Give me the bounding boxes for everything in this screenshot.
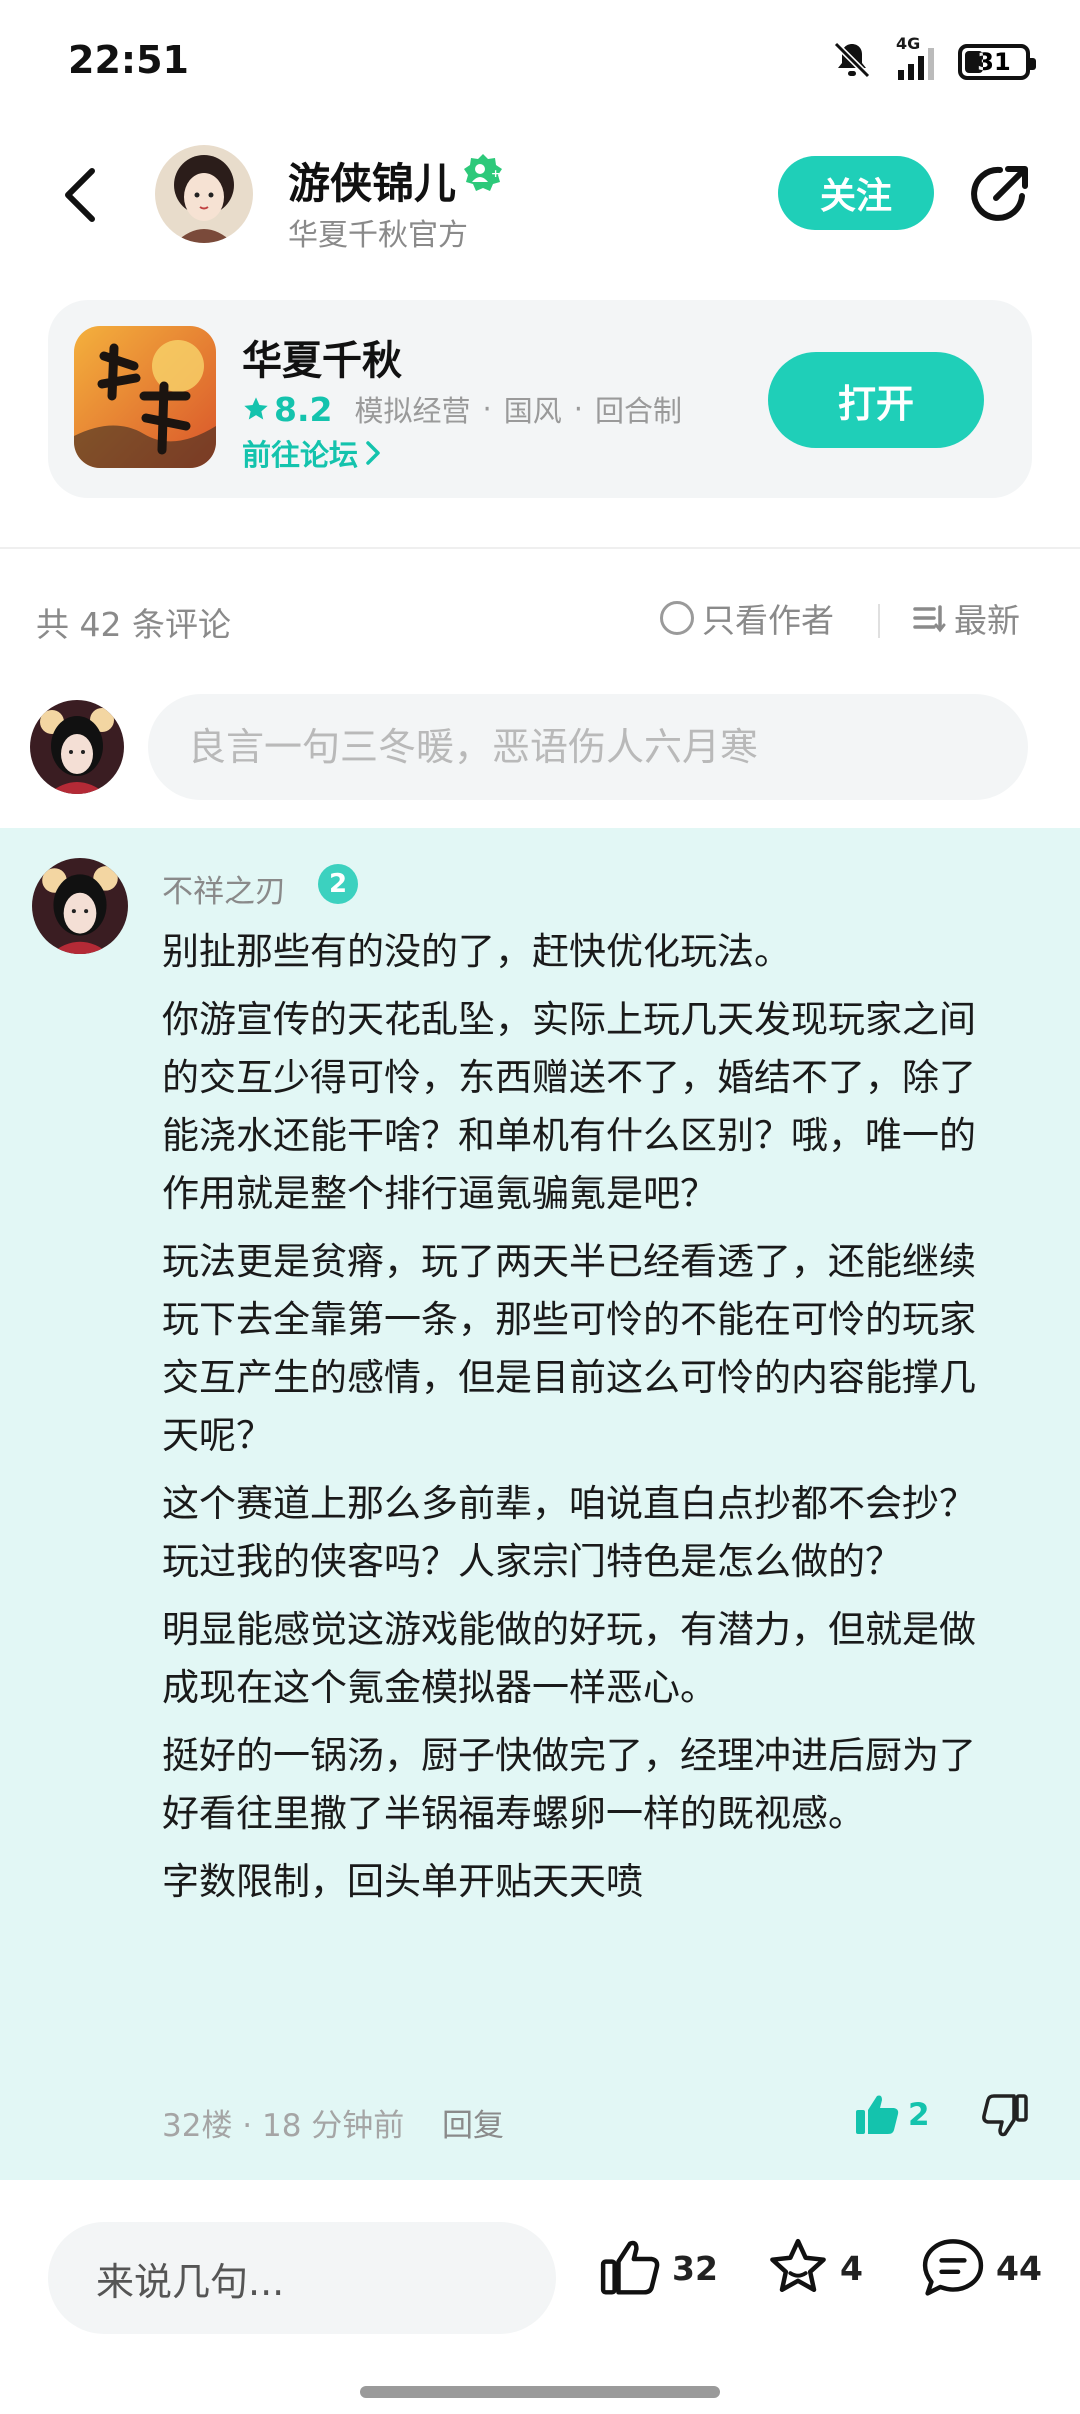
author-only-label: 只看作者: [702, 601, 834, 640]
star-outline-icon: [770, 2238, 826, 2292]
level-badge: 2: [318, 864, 358, 904]
comments-toolbar: 共 42 条评论 只看作者 最新: [0, 580, 1080, 660]
bottom-action-bar: 来说几句... 32 4 44: [0, 2196, 1080, 2414]
divider: [0, 547, 1080, 549]
star-icon: [244, 397, 268, 420]
thumbs-up-icon: [856, 2095, 899, 2134]
comment-paragraph: 明显能感觉这游戏能做的好玩，有潜力，但就是做成现在这个氪金模拟器一样恶心。: [162, 1608, 976, 1709]
comment-paragraph: 玩法更是贫瘠，玩了两天半已经看透了，还能继续玩下去全靠第一条，那些可怜的不能在可…: [162, 1240, 976, 1457]
comment-paragraph: 这个赛道上那么多前辈，咱说直白点抄都不会抄？玩过我的侠客吗？人家宗门特色是怎么做…: [162, 1482, 976, 1583]
user-avatar[interactable]: [30, 700, 124, 794]
comment-paragraph: 挺好的一锅汤，厨子快做完了，经理冲进后厨为了好看往里撒了半锅福寿螺卵一样的既视感…: [162, 1734, 976, 1835]
game-tag: 回合制: [594, 394, 682, 428]
follow-button[interactable]: 关注: [778, 156, 934, 230]
author-name[interactable]: 游侠锦儿: [288, 150, 456, 211]
status-icons: 4G 31: [830, 34, 1036, 86]
thumbs-down-icon: [982, 2094, 1028, 2137]
post-header: 游侠锦儿 + 华夏千秋官方 关注: [0, 130, 1080, 260]
game-tag: 国风: [503, 394, 562, 428]
like-count: 32: [672, 2248, 718, 2288]
game-title[interactable]: 华夏千秋: [242, 328, 402, 386]
comment-input[interactable]: [148, 694, 1028, 800]
author-subtitle: 华夏千秋官方: [288, 218, 468, 253]
comment-paragraph: 字数限制，回头单开贴天天喷: [162, 1860, 643, 1903]
chevron-left-icon: [65, 168, 95, 222]
game-icon[interactable]: [74, 326, 216, 468]
game-meta: 8.2 模拟经营 · 国风 · 回合制: [242, 388, 682, 430]
author-only-toggle[interactable]: 只看作者: [660, 594, 834, 642]
floor-time: 32楼 · 18 分钟前: [162, 2108, 405, 2144]
rating-value: 8.2: [274, 389, 333, 429]
favorite-post-button[interactable]: 4: [766, 2236, 863, 2300]
back-button[interactable]: [50, 160, 110, 230]
quick-comment-input[interactable]: 来说几句...: [48, 2222, 556, 2334]
svg-text:+: +: [491, 167, 500, 180]
status-time: 22:51: [68, 38, 189, 82]
radio-icon: [660, 601, 694, 635]
commenter-name[interactable]: 不祥之刃: [162, 866, 286, 911]
like-post-button[interactable]: 32: [598, 2236, 718, 2300]
home-indicator[interactable]: [360, 2386, 720, 2398]
forum-link-label: 前往论坛: [242, 438, 359, 472]
comment-card: 不祥之刃 2 别扯那些有的没的了，赶快优化玩法。 你游宣传的天花乱坠，实际上玩几…: [0, 828, 1080, 2180]
comment-like-count: 2: [908, 2097, 930, 2133]
open-game-button[interactable]: 打开: [768, 352, 984, 448]
comment-dislike-button[interactable]: [980, 2090, 1030, 2144]
sort-icon: [913, 605, 946, 633]
network-type: 4G: [896, 34, 921, 53]
comment-bubble-icon: [922, 2239, 984, 2296]
share-icon: [971, 166, 1028, 221]
game-tag: 模拟经营: [354, 394, 471, 428]
favorite-count: 4: [840, 2248, 863, 2288]
author-avatar[interactable]: [155, 145, 253, 243]
commenter-avatar[interactable]: [32, 858, 128, 954]
sort-label: 最新: [954, 601, 1020, 640]
comment-like-button[interactable]: 2: [852, 2090, 930, 2140]
chevron-right-icon: [366, 441, 380, 465]
battery-level: 31: [977, 48, 1011, 76]
thumbs-up-icon: [600, 2240, 660, 2295]
comment-post-button[interactable]: 44: [920, 2236, 1042, 2300]
verified-badge-icon: +: [462, 152, 504, 194]
comment-body: 别扯那些有的没的了，赶快优化玩法。 你游宣传的天花乱坠，实际上玩几天发现玩家之间…: [162, 923, 1012, 1921]
comment-paragraph: 你游宣传的天花乱坠，实际上玩几天发现玩家之间的交互少得可怜，东西赠送不了，婚结不…: [162, 998, 976, 1215]
comment-input-row: [0, 690, 1080, 800]
game-rating: 8.2: [242, 390, 332, 429]
reply-button[interactable]: 回复: [442, 2100, 504, 2145]
status-bar: 22:51 4G 31: [0, 0, 1080, 120]
comment-count-total: 44: [996, 2248, 1042, 2288]
separator: [878, 604, 880, 638]
forum-link[interactable]: 前往论坛: [242, 432, 382, 474]
game-card[interactable]: 华夏千秋 8.2 模拟经营 · 国风 · 回合制 前往论坛 打开: [48, 300, 1032, 498]
mute-bell-icon: [830, 38, 874, 86]
sort-button[interactable]: 最新: [912, 594, 1020, 642]
comment-count: 共 42 条评论: [36, 605, 231, 644]
battery-icon: 31: [958, 44, 1036, 80]
signal-icon: 4G: [896, 34, 936, 82]
share-button[interactable]: [966, 160, 1034, 228]
comment-footer: 32楼 · 18 分钟前 回复 2: [162, 2090, 1042, 2150]
comment-paragraph: 别扯那些有的没的了，赶快优化玩法。: [162, 930, 791, 973]
